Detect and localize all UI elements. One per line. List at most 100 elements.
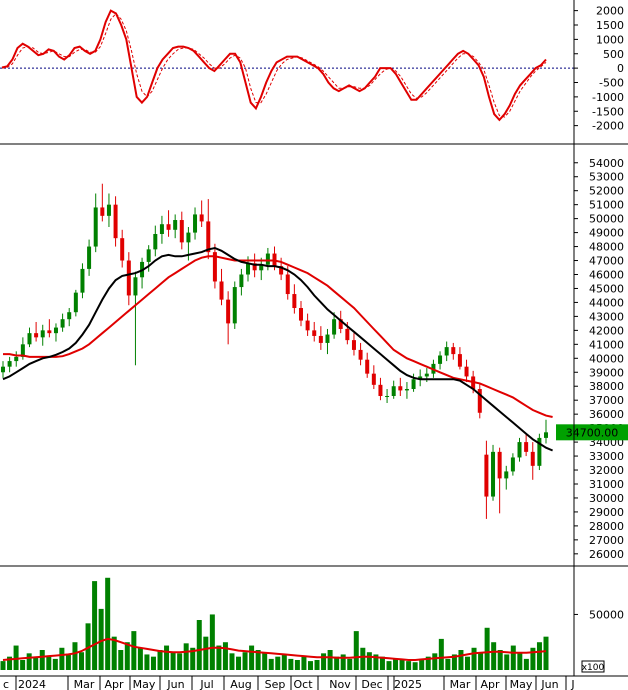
candle-body bbox=[358, 349, 363, 360]
candle-body bbox=[7, 361, 12, 367]
volume-unit-label: x100 bbox=[582, 663, 605, 673]
candle-body bbox=[246, 263, 251, 275]
candle-body bbox=[206, 221, 211, 253]
candle-body bbox=[179, 220, 184, 243]
price-ytick-label: 30000 bbox=[589, 492, 624, 505]
price-ytick-label: 53000 bbox=[589, 171, 624, 184]
x-tick-label: Dec bbox=[361, 678, 382, 690]
volume-bar bbox=[471, 647, 477, 670]
candle-body bbox=[530, 451, 535, 466]
candle-body bbox=[113, 204, 118, 239]
stock-chart: 200015001000 5000 -500-1000-1500 -2000 5400… bbox=[0, 0, 628, 690]
price-ytick-label: 27000 bbox=[589, 534, 624, 547]
price-ytick-label: 28000 bbox=[589, 520, 624, 533]
price-ytick-label: 44000 bbox=[589, 296, 624, 309]
volume-bar bbox=[144, 654, 150, 670]
volume-bar bbox=[262, 653, 268, 670]
candle-body bbox=[378, 384, 383, 397]
volume-bar bbox=[523, 658, 529, 670]
volume-bar bbox=[79, 652, 85, 670]
volume-bar bbox=[301, 656, 307, 670]
candle-body bbox=[332, 319, 337, 335]
volume-bar bbox=[275, 656, 281, 670]
volume-bar bbox=[111, 636, 117, 670]
volume-bar bbox=[157, 650, 163, 670]
candle-body bbox=[239, 274, 244, 288]
volume-bar bbox=[216, 645, 222, 670]
volume-bar bbox=[347, 658, 353, 670]
candle-body bbox=[298, 308, 303, 321]
volume-bar bbox=[170, 652, 176, 670]
volume-bar bbox=[412, 662, 418, 670]
osc-ytick-label: -2000 bbox=[592, 120, 624, 133]
x-tick-label: 2025 bbox=[394, 678, 422, 690]
volume-bar bbox=[307, 661, 313, 670]
candle-body bbox=[232, 287, 237, 324]
x-tick-label: Oct bbox=[293, 678, 313, 690]
x-tick-label: Mar bbox=[74, 678, 95, 690]
volume-bar bbox=[137, 647, 143, 670]
volume-bar bbox=[484, 627, 490, 670]
candle-body bbox=[53, 327, 58, 334]
volume-bar bbox=[399, 660, 405, 670]
volume-bar bbox=[386, 661, 392, 670]
volume-bar bbox=[105, 577, 111, 670]
volume-bar bbox=[131, 631, 137, 670]
volume-bar bbox=[491, 642, 497, 670]
volume-bar bbox=[203, 636, 209, 670]
volume-bar bbox=[281, 654, 287, 670]
price-ytick-label: 48000 bbox=[589, 241, 624, 254]
candle-body bbox=[73, 292, 78, 313]
volume-bar bbox=[72, 642, 78, 670]
candle-body bbox=[411, 379, 416, 390]
candle-body bbox=[265, 253, 270, 265]
candle-body bbox=[226, 299, 231, 324]
candle-body bbox=[504, 471, 509, 479]
candle-body bbox=[451, 347, 456, 355]
candle-body bbox=[292, 294, 297, 309]
candle-body bbox=[404, 389, 409, 391]
candle-body bbox=[491, 451, 496, 497]
price-ytick-label: 32000 bbox=[589, 464, 624, 477]
candle-body bbox=[153, 233, 158, 250]
volume-bar bbox=[360, 647, 366, 670]
candle-body bbox=[1, 366, 5, 373]
candle-body bbox=[457, 354, 462, 367]
volume-bar bbox=[39, 650, 45, 670]
candle-body bbox=[318, 335, 323, 343]
price-ytick-label: 49000 bbox=[589, 227, 624, 240]
volume-bar bbox=[353, 631, 359, 670]
price-ytick-label: 33000 bbox=[589, 450, 624, 463]
candle-body bbox=[219, 281, 224, 300]
candle-body bbox=[14, 356, 19, 362]
candle-body bbox=[60, 319, 65, 328]
candle-body bbox=[67, 312, 72, 320]
x-tick-label: Nov bbox=[329, 678, 351, 690]
volume-bar bbox=[432, 653, 438, 670]
price-ytick-label: 46000 bbox=[589, 268, 624, 281]
candle-body bbox=[27, 333, 32, 345]
x-tick-label: Jul bbox=[199, 678, 213, 690]
candle-body bbox=[391, 386, 396, 397]
candle-body bbox=[166, 224, 171, 230]
price-ytick-label: 47000 bbox=[589, 255, 624, 268]
candle-body bbox=[464, 366, 469, 377]
candle-body bbox=[305, 320, 310, 331]
x-tick-label: 2024 bbox=[18, 678, 46, 690]
volume-bar bbox=[46, 655, 52, 670]
volume-bar bbox=[366, 652, 372, 670]
volume-bar bbox=[118, 650, 124, 670]
osc-ytick-label: 1500 bbox=[596, 19, 624, 32]
volume-bar bbox=[321, 653, 327, 670]
candle-body bbox=[510, 457, 515, 472]
price-ytick-label: 50000 bbox=[589, 213, 624, 226]
volume-bar bbox=[242, 652, 248, 670]
volume-bar bbox=[294, 660, 300, 670]
price-ytick-label: 52000 bbox=[589, 185, 624, 198]
volume-bar bbox=[98, 608, 104, 670]
price-ytick-label: 37000 bbox=[589, 394, 624, 407]
price-ytick-label: 29000 bbox=[589, 506, 624, 519]
volume-bar bbox=[458, 650, 464, 670]
price-ytick-label: 36000 bbox=[589, 408, 624, 421]
candle-body bbox=[34, 333, 39, 338]
